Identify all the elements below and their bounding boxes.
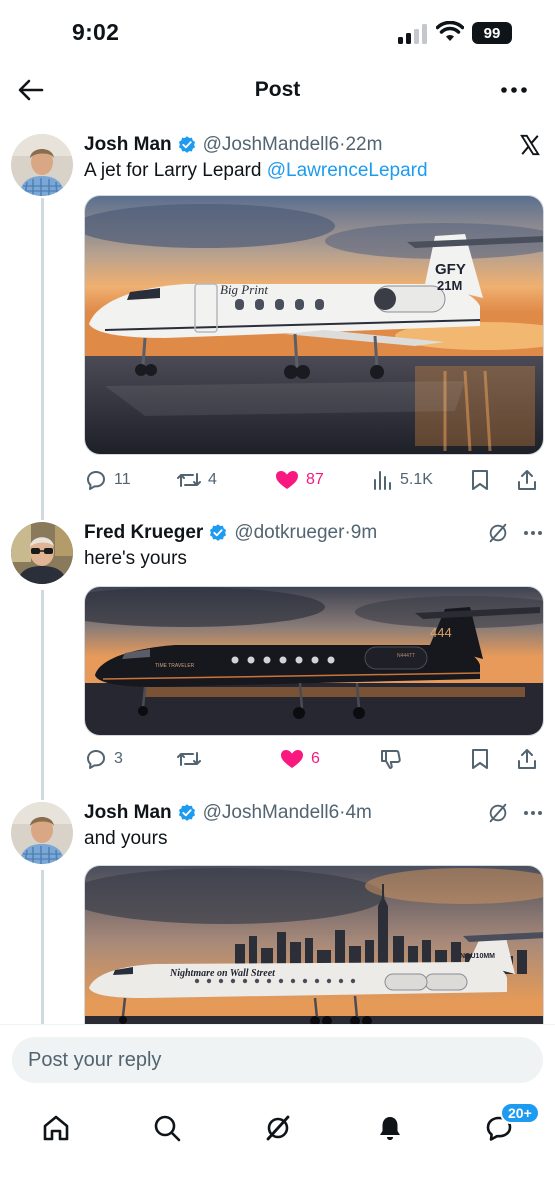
page-title: Post xyxy=(254,78,301,101)
verified-badge-icon xyxy=(210,524,227,541)
nav-notifications[interactable] xyxy=(370,1108,410,1148)
verified-badge-icon xyxy=(178,136,195,153)
share-icon xyxy=(518,470,536,490)
jet-photo-sunset: Big Print GFY 21M xyxy=(85,196,543,454)
dislike-button[interactable] xyxy=(379,744,409,774)
jet-tail-text: GFY xyxy=(435,261,466,278)
tweet-text: A jet for Larry Lepard @LawrenceLepard xyxy=(84,160,428,182)
thumbs-down-icon xyxy=(381,750,401,769)
tweet-text: and yours xyxy=(84,828,168,849)
handle[interactable]: @JoshMandell6 xyxy=(203,134,340,156)
jet-script-text: Big Print xyxy=(220,282,268,297)
jet-registration: NGU10MM xyxy=(460,953,495,960)
timestamp[interactable]: 4m xyxy=(345,802,371,824)
tweet-image[interactable]: TIME TRAVELER 444 N444TT xyxy=(84,586,544,736)
grok-icon xyxy=(266,1115,290,1141)
messages-badge: 20+ xyxy=(500,1102,540,1124)
reply-button[interactable]: 3 xyxy=(84,744,123,774)
jet-script-text: TIME TRAVELER xyxy=(155,663,195,669)
bookmark-icon xyxy=(472,749,488,769)
share-button[interactable] xyxy=(516,465,544,495)
timestamp[interactable]: 9m xyxy=(351,522,377,544)
views-chart-icon xyxy=(374,471,391,490)
repost-icon xyxy=(177,752,201,766)
tweet[interactable]: Josh Man @JoshMandell6 · 22m A jet for L… xyxy=(0,130,555,500)
reply-icon xyxy=(87,750,105,769)
repost-button[interactable] xyxy=(176,744,208,774)
wifi-icon xyxy=(436,21,464,41)
bookmark-button[interactable] xyxy=(469,744,497,774)
views-count: 5.1K xyxy=(400,471,433,488)
repost-icon xyxy=(177,473,201,487)
jet-tail-text: 444 xyxy=(430,625,452,640)
jet-registration: N444TT xyxy=(397,653,415,659)
repost-count: 4 xyxy=(208,471,217,488)
bookmark-button[interactable] xyxy=(469,465,497,495)
grok-icon[interactable] xyxy=(485,800,511,826)
bell-icon xyxy=(380,1117,400,1140)
jet-script-text: Nightmare on Wall Street xyxy=(169,968,276,979)
repost-button[interactable]: 4 xyxy=(176,465,217,495)
avatar[interactable] xyxy=(11,802,73,864)
bottom-nav: 20+ xyxy=(0,1094,555,1200)
home-icon xyxy=(43,1115,69,1141)
tweet[interactable]: Josh Man @JoshMandell6 · 4m and yours Ni… xyxy=(0,798,555,1035)
reply-button[interactable]: 11 xyxy=(84,465,131,495)
tweet-actions: 11 4 87 5.1K xyxy=(84,465,544,495)
share-button[interactable] xyxy=(516,744,544,774)
avatar[interactable] xyxy=(11,134,73,196)
display-name[interactable]: Fred Krueger xyxy=(84,522,203,544)
share-icon xyxy=(518,749,536,769)
tweet-text: here's yours xyxy=(84,548,187,569)
like-count: 87 xyxy=(306,471,324,488)
status-time: 9:02 xyxy=(72,19,120,45)
tweet-header: Josh Man @JoshMandell6 · 22m xyxy=(84,130,382,160)
nav-home[interactable] xyxy=(36,1108,76,1148)
reply-icon xyxy=(87,471,105,490)
reply-count: 3 xyxy=(114,750,123,767)
more-dots-icon[interactable] xyxy=(520,520,546,546)
more-options-button[interactable] xyxy=(498,76,530,104)
like-count: 6 xyxy=(311,750,320,767)
tweet[interactable]: Fred Krueger @dotkrueger · 9m here's you… xyxy=(0,518,555,778)
heart-filled-icon xyxy=(281,750,303,768)
handle[interactable]: @JoshMandell6 xyxy=(203,802,340,824)
nav-search[interactable] xyxy=(147,1108,187,1148)
heart-filled-icon xyxy=(276,471,298,489)
reply-count: 11 xyxy=(114,471,131,488)
tweet-image[interactable]: Big Print GFY 21M xyxy=(84,195,544,455)
reply-input[interactable]: Post your reply xyxy=(12,1037,543,1083)
battery-indicator: 99 xyxy=(472,22,512,44)
grok-icon[interactable] xyxy=(485,520,511,546)
city-jet-photo: Nightmare on Wall Street NGU10MM xyxy=(85,866,543,1035)
bookmark-icon xyxy=(472,470,488,490)
tweet-image[interactable]: Nightmare on Wall Street NGU10MM xyxy=(84,865,544,1035)
header: Post xyxy=(0,64,555,116)
handle[interactable]: @dotkrueger xyxy=(234,522,344,544)
x-logo-icon[interactable] xyxy=(517,132,543,158)
black-jet-photo: TIME TRAVELER 444 N444TT xyxy=(85,587,543,735)
display-name[interactable]: Josh Man xyxy=(84,134,172,156)
search-icon xyxy=(154,1115,181,1142)
tweet-body: A jet for Larry Lepard xyxy=(84,160,267,181)
more-dots-icon xyxy=(501,87,527,93)
reply-composer: Post your reply xyxy=(0,1024,555,1094)
tweet-header: Josh Man @JoshMandell6 · 4m xyxy=(84,798,372,828)
status-bar: 9:02 99 xyxy=(0,0,555,64)
nav-grok[interactable] xyxy=(258,1108,298,1148)
avatar[interactable] xyxy=(11,522,73,584)
verified-badge-icon xyxy=(178,804,195,821)
views-button[interactable]: 5.1K xyxy=(372,465,433,495)
tweet-actions: 3 6 xyxy=(84,744,544,774)
jet-tail-text-2: 21M xyxy=(437,278,462,293)
timestamp[interactable]: 22m xyxy=(345,134,382,156)
like-button[interactable]: 87 xyxy=(274,465,324,495)
mention-link[interactable]: @LawrenceLepard xyxy=(267,160,428,181)
display-name[interactable]: Josh Man xyxy=(84,802,172,824)
more-dots-icon[interactable] xyxy=(520,800,546,826)
like-button[interactable]: 6 xyxy=(279,744,320,774)
signal-icon xyxy=(398,24,427,44)
tweet-header: Fred Krueger @dotkrueger · 9m xyxy=(84,518,377,548)
